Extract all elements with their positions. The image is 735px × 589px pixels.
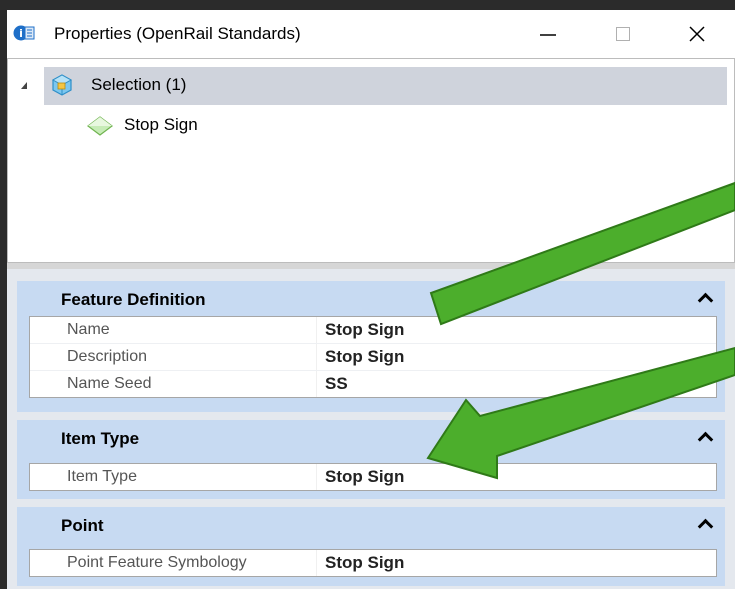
table-row[interactable]: Name Stop Sign: [30, 317, 716, 344]
property-value[interactable]: Stop Sign: [325, 347, 404, 367]
selection-tree[interactable]: Selection (1) Stop Sign: [7, 58, 735, 263]
close-button[interactable]: [672, 10, 722, 58]
column-divider: [316, 371, 317, 397]
window-title: Properties (OpenRail Standards): [54, 24, 301, 43]
section-header-point[interactable]: Point: [17, 507, 725, 542]
property-name: Point Feature Symbology: [67, 554, 247, 571]
property-name: Item Type: [67, 468, 137, 485]
collapse-caret-icon[interactable]: [697, 431, 714, 448]
tree-item-stop-sign[interactable]: Stop Sign: [124, 115, 198, 135]
svg-text:i: i: [19, 27, 23, 40]
table-row[interactable]: Point Feature Symbology Stop Sign: [30, 550, 716, 576]
properties-panel: Feature Definition Name Stop Sign Descri…: [7, 269, 735, 589]
property-table: Item Type Stop Sign: [29, 463, 717, 491]
section-title: Feature Definition: [61, 290, 206, 309]
property-name: Description: [67, 348, 148, 365]
minimize-icon: [540, 34, 556, 36]
point-feature-icon: [86, 115, 114, 142]
maximize-icon: [616, 27, 630, 41]
table-row[interactable]: Description Stop Sign: [30, 344, 716, 371]
column-divider: [316, 344, 317, 370]
minimize-button[interactable]: [523, 10, 573, 58]
property-value[interactable]: Stop Sign: [325, 467, 404, 487]
property-value[interactable]: Stop Sign: [325, 320, 404, 340]
table-row[interactable]: Name Seed SS: [30, 371, 716, 397]
tree-item-selection-label[interactable]: Selection (1): [91, 75, 186, 95]
section-title: Item Type: [61, 429, 140, 448]
column-divider: [316, 550, 317, 576]
column-divider: [316, 464, 317, 490]
table-row[interactable]: Item Type Stop Sign: [30, 464, 716, 490]
property-name: Name Seed: [67, 375, 152, 392]
property-value[interactable]: Stop Sign: [325, 553, 404, 573]
property-table: Name Stop Sign Description Stop Sign Nam…: [29, 316, 717, 398]
section-header-item-type[interactable]: Item Type: [17, 420, 725, 455]
section-body-feature-definition: Name Stop Sign Description Stop Sign Nam…: [17, 316, 725, 412]
collapse-triangle-icon[interactable]: [21, 82, 27, 89]
section-header-feature-definition[interactable]: Feature Definition: [17, 281, 725, 316]
column-divider: [316, 317, 317, 343]
properties-window: i Properties (OpenRail Standards) Select…: [7, 10, 735, 589]
collapse-caret-icon[interactable]: [697, 518, 714, 535]
section-title: Point: [61, 516, 104, 535]
title-bar[interactable]: i Properties (OpenRail Standards): [7, 10, 735, 58]
property-name: Name: [67, 321, 110, 338]
property-table: Point Feature Symbology Stop Sign: [29, 549, 717, 577]
property-value[interactable]: SS: [325, 374, 348, 394]
selection-cube-icon: [50, 73, 74, 102]
properties-app-icon: i: [13, 24, 35, 42]
collapse-caret-icon[interactable]: [697, 292, 714, 309]
section-body-item-type: Item Type Stop Sign: [17, 455, 725, 499]
close-icon: [689, 26, 705, 42]
maximize-button[interactable]: [598, 10, 648, 58]
section-body-point: Point Feature Symbology Stop Sign: [17, 542, 725, 586]
